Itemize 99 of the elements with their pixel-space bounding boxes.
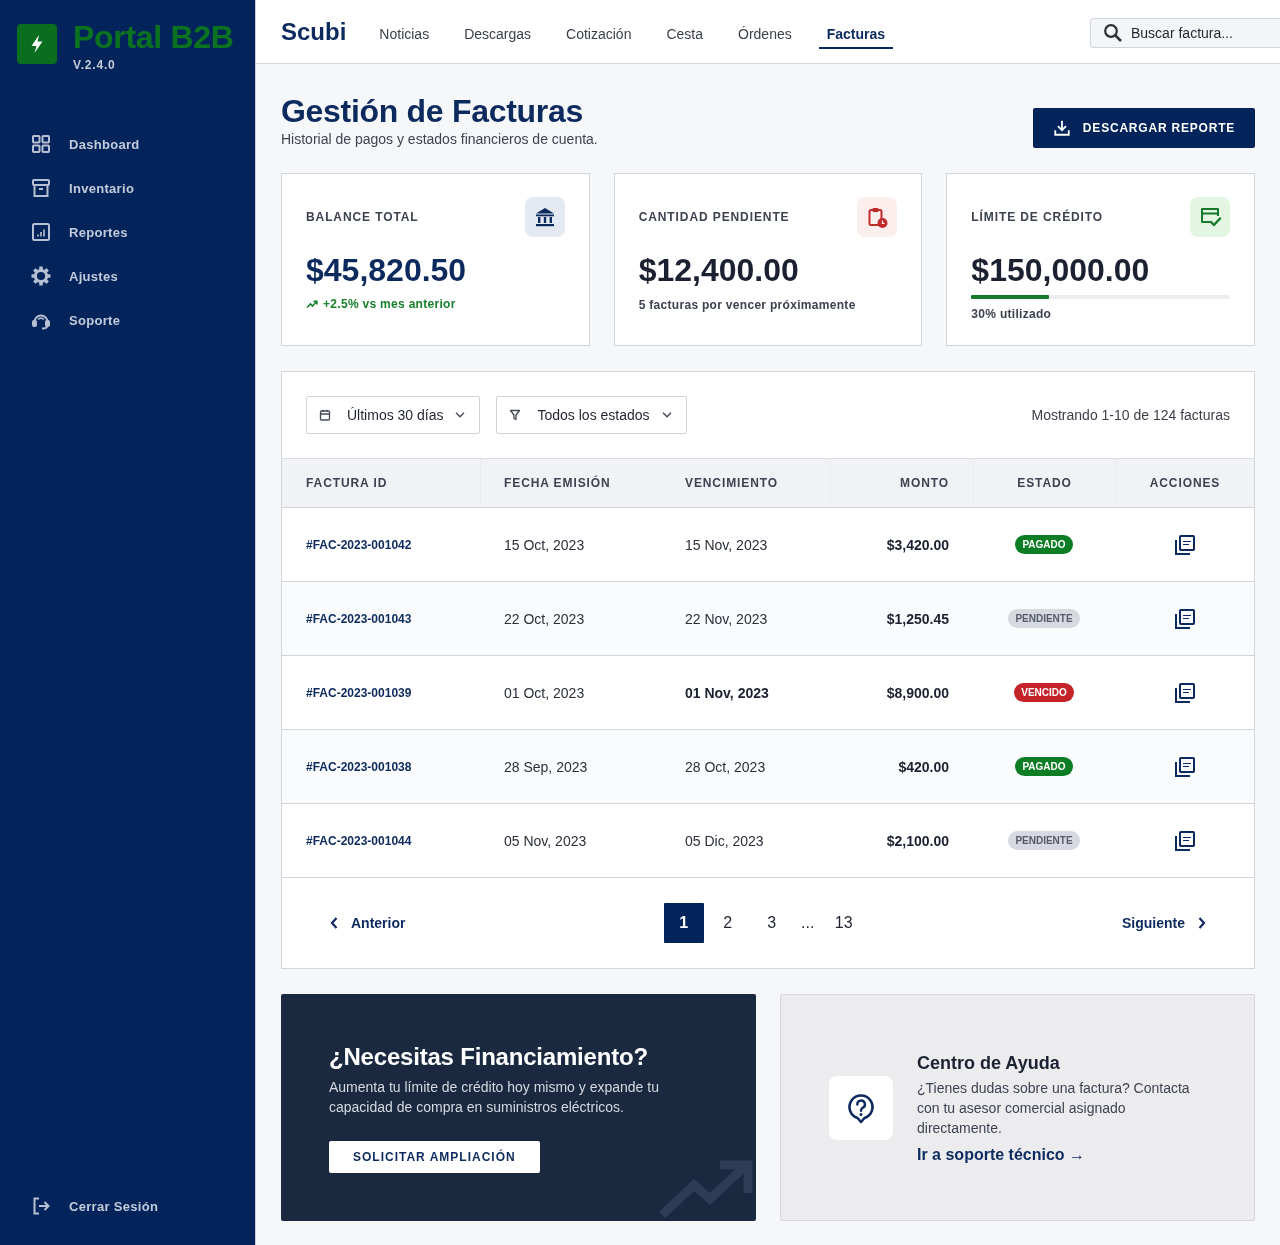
invoice-link[interactable]: #FAC-2023-001042	[306, 537, 412, 552]
column-header: ESTADO	[973, 459, 1115, 507]
stat-value: $150,000.00	[971, 251, 1151, 289]
download-icon	[1052, 119, 1071, 137]
table-cell: 22 Oct, 2023	[504, 610, 585, 627]
stat-label: BALANCE TOTAL	[306, 210, 419, 224]
results-summary: Mostrando 1-10 de 124 facturas	[1031, 407, 1230, 423]
trend-up-icon	[306, 298, 318, 310]
app-title: Portal B2B	[73, 22, 234, 52]
nav-tab[interactable]: Órdenes	[730, 18, 800, 49]
status-badge: PENDIENTE	[1008, 831, 1080, 850]
stat-value: $45,820.50	[306, 251, 468, 289]
chevron-left-icon	[330, 917, 338, 929]
previous-page-link[interactable]: Anterior	[330, 915, 406, 931]
card-check-icon	[1190, 197, 1230, 237]
pagination-ellipsis: ...	[800, 914, 816, 932]
status-badge: PAGADO	[1015, 535, 1073, 554]
nav-tab[interactable]: Cesta	[658, 18, 711, 49]
invoice-link[interactable]: #FAC-2023-001044	[306, 833, 412, 848]
search-field[interactable]: Buscar factura...	[1090, 17, 1280, 48]
table-cell: 01 Oct, 2023	[504, 684, 585, 701]
chevron-right-icon	[1198, 917, 1206, 929]
document-stack-icon[interactable]	[1173, 829, 1196, 852]
table-cell: 05 Nov, 2023	[504, 832, 587, 849]
lightning-bolt-icon	[17, 24, 57, 64]
request-increase-button[interactable]: SOLICITAR AMPLIACIÓN	[329, 1141, 540, 1173]
nav-tab[interactable]: Cotización	[558, 18, 640, 49]
table-cell: 28 Oct, 2023	[685, 758, 766, 775]
column-header: MONTO	[830, 459, 973, 507]
bar-chart-icon	[31, 222, 51, 242]
banner-title: ¿Necesitas Financiamiento?	[329, 1042, 649, 1072]
download-report-button[interactable]: DESCARGAR REPORTE	[1033, 108, 1255, 148]
invoice-link[interactable]: #FAC-2023-001043	[306, 611, 412, 626]
sidebar-item[interactable]: Ajustes	[0, 254, 231, 298]
version-label: V.2.4.0	[73, 58, 117, 72]
stat-label: LÍMITE DE CRÉDITO	[971, 210, 1104, 224]
grid-icon	[31, 134, 51, 154]
amount-cell: $1,250.45	[886, 610, 949, 627]
status-badge: PENDIENTE	[1008, 609, 1080, 628]
amount-cell: $8,900.00	[886, 684, 949, 701]
column-header: ACCIONES	[1115, 459, 1254, 507]
question-bubble-icon	[829, 1075, 893, 1140]
document-stack-icon[interactable]	[1173, 681, 1196, 704]
clipboard-clock-icon	[857, 197, 898, 237]
column-header: FECHA EMISIÓN	[480, 459, 661, 507]
table-cell: 15 Oct, 2023	[504, 536, 585, 553]
archive-box-icon	[31, 178, 51, 198]
stat-label: CANTIDAD PENDIENTE	[638, 210, 790, 224]
table-cell: 28 Sep, 2023	[504, 758, 588, 775]
stat-note: 5 facturas por vencer próximamente	[638, 298, 857, 312]
sidebar-item[interactable]: Dashboard	[0, 122, 231, 166]
gear-icon	[31, 266, 51, 286]
calendar-icon	[319, 409, 331, 421]
page-button[interactable]: 13	[823, 903, 864, 943]
amount-cell: $2,100.00	[886, 832, 949, 849]
column-header: VENCIMIENTO	[684, 475, 780, 492]
nav-tab[interactable]: Facturas	[818, 18, 894, 49]
funnel-icon	[509, 409, 522, 421]
table-cell: 01 Nov, 2023	[685, 684, 769, 701]
page-button[interactable]: 3	[751, 903, 792, 943]
search-icon	[1103, 22, 1123, 43]
brand-name: Scubi	[281, 17, 347, 46]
table-cell: 22 Nov, 2023	[685, 610, 768, 627]
nav-tab[interactable]: Descargas	[456, 18, 540, 49]
column-header: FACTURA ID	[305, 475, 389, 492]
logout-icon	[31, 1196, 51, 1216]
trend-text: +2.5% vs mes anterior	[323, 297, 456, 311]
sidebar-item[interactable]: Inventario	[0, 166, 231, 210]
amount-cell: $420.00	[898, 758, 949, 775]
page-button[interactable]: 1	[663, 903, 704, 943]
page-title: Gestión de Facturas	[281, 92, 584, 130]
page-button[interactable]: 2	[707, 903, 748, 943]
stat-value: $12,400.00	[638, 251, 800, 289]
invoice-link[interactable]: #FAC-2023-001038	[306, 759, 412, 774]
sidebar-item[interactable]: Soporte	[0, 298, 231, 342]
filter-dropdown[interactable]: Todos los estados	[496, 396, 687, 434]
stat-note: 30% utilizado	[971, 307, 1053, 321]
support-link[interactable]: Ir a soporte técnico →	[917, 1145, 1086, 1164]
next-page-link[interactable]: Siguiente	[1122, 915, 1206, 931]
status-badge: PAGADO	[1015, 757, 1073, 776]
help-title: Centro de Ayuda	[917, 1051, 1060, 1074]
banner-text: Aumenta tu límite de crédito hoy mismo y expande tu capacidad de compra en suministros eléctricos.	[329, 1078, 660, 1117]
bank-icon	[524, 197, 565, 237]
document-stack-icon[interactable]	[1173, 755, 1196, 778]
table-cell: 05 Dic, 2023	[685, 832, 764, 849]
filter-dropdown[interactable]: Últimos 30 días	[306, 396, 481, 434]
chevron-down-icon	[661, 412, 672, 418]
amount-cell: $3,420.00	[886, 536, 949, 553]
document-stack-icon[interactable]	[1173, 607, 1196, 630]
page-subtitle: Historial de pagos y estados financieros de cuenta.	[281, 130, 598, 148]
logout-button[interactable]: Cerrar Sesión	[0, 1184, 231, 1228]
table-cell: 15 Nov, 2023	[685, 536, 768, 553]
status-badge: VENCIDO	[1014, 683, 1074, 702]
nav-tab[interactable]: Noticias	[371, 18, 438, 49]
help-text: ¿Tienes dudas sobre una factura? Contacta con tu asesor comercial asignado directamente.	[917, 1078, 1191, 1138]
document-stack-icon[interactable]	[1173, 533, 1196, 556]
invoice-link[interactable]: #FAC-2023-001039	[306, 685, 412, 700]
sidebar-item[interactable]: Reportes	[0, 210, 231, 254]
chevron-down-icon	[455, 412, 466, 418]
